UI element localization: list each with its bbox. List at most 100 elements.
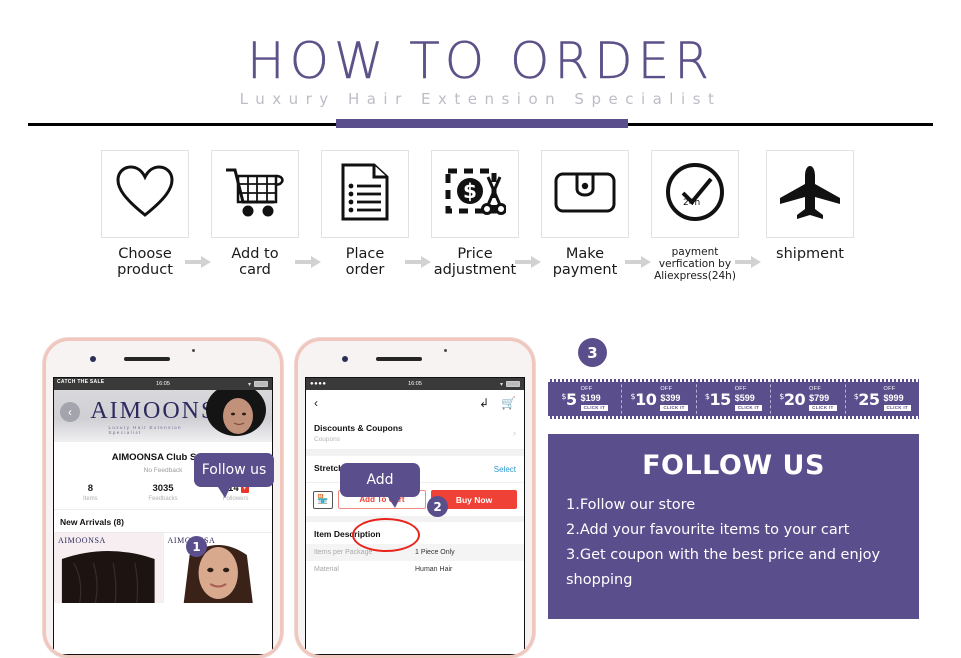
coupon-min-spend: $599 [734, 392, 755, 403]
callout-add: Add [340, 463, 420, 508]
stat-value: 3035 [152, 483, 174, 494]
step-icon-box: 24h [651, 150, 739, 238]
stat-label: Items [83, 496, 98, 502]
discounts-coupons-row[interactable]: Discounts & Coupons Coupons › [306, 416, 524, 450]
step-badge-2: 2 [427, 496, 448, 517]
back-icon[interactable]: ‹ [314, 396, 318, 410]
step-label: Place order [346, 246, 385, 278]
phone-top-bezel [46, 341, 280, 377]
back-icon[interactable]: ‹ [60, 402, 80, 422]
step-icon-box [101, 150, 189, 238]
step-label: shipment [776, 246, 844, 262]
step-label: payment verfication by Aliexpress(24h) [654, 246, 736, 282]
coupon-amount: $5 [561, 390, 577, 409]
phone-top-bezel [298, 341, 532, 377]
wifi-icon: ▾ [499, 382, 503, 388]
model-photo [206, 390, 266, 436]
coupon-off-label: OFF [580, 386, 593, 392]
signal-dots-icon: ●●●● [310, 381, 327, 387]
new-arrivals-heading: New Arrivals (8) [60, 517, 124, 527]
stat-items[interactable]: 8 Items [54, 483, 127, 502]
badge-number: 3 [587, 343, 598, 362]
step-place-order: Place order [317, 150, 413, 278]
wallet-icon [553, 169, 617, 220]
callout-follow-us: Follow us [194, 453, 274, 498]
description-row: Items per Package 1 Piece Only [306, 544, 524, 561]
step-label-line1: Choose [118, 246, 172, 262]
phone-speaker [124, 357, 170, 361]
coupon-10[interactable]: $10 OFF $399 CLICK IT [622, 379, 697, 419]
store-icon[interactable]: 🏪 [313, 490, 333, 509]
coupon-click-button[interactable]: CLICK IT [809, 404, 837, 411]
coupon-25[interactable]: $25 OFF $999 CLICK IT [846, 379, 919, 419]
phone-sensor-dot [444, 349, 447, 352]
header-divider-accent [336, 119, 628, 128]
step-label: Price adjustment [434, 246, 516, 278]
coupon-details: OFF $999 CLICK IT [883, 386, 911, 411]
step-label-line1: Make [565, 246, 605, 262]
chevron-right-icon: › [513, 428, 516, 438]
steps-row: Choose product Add to card Place order $… [0, 150, 961, 305]
follow-us-line: 1.Follow our store [566, 497, 696, 513]
svg-text:$: $ [463, 179, 477, 203]
battery-icon [254, 381, 268, 387]
coupon-min-spend: $199 [580, 392, 601, 403]
phone-mockup-product: ●●●● 16:05 ▾ ‹ ↲ 🛒 Discounts & Coupons C… [295, 338, 535, 658]
coupon-details: OFF $799 CLICK IT [809, 386, 837, 411]
product-card[interactable]: AIMOONSA [54, 533, 163, 603]
step-label-line1: shipment [776, 246, 844, 262]
page-title: HOW TO ORDER [246, 32, 714, 90]
phone-camera-dot [342, 356, 348, 362]
cart-icon[interactable]: 🛒 [501, 396, 516, 410]
phone-mockup-store: CATCH THE SALE 16:05 ▾ ‹ AIMOONSA Luxury… [43, 338, 283, 658]
follow-us-line: 2.Add your favourite items to your cart [566, 522, 850, 538]
highlight-circle-add-to-cart [352, 518, 420, 552]
stat-feedbacks[interactable]: 3035 Feedbacks [127, 483, 200, 502]
coupon-min-spend: $999 [883, 392, 904, 403]
step-label-line3: Aliexpress(24h) [654, 270, 736, 282]
step-label: Choose product [117, 246, 173, 278]
stat-label: Followers [222, 496, 249, 502]
product-grid: AIMOONSA AIMOONSA [54, 532, 272, 603]
step-label-line2: order [345, 262, 385, 278]
coupon-click-button[interactable]: CLICK IT [883, 404, 911, 411]
coupon-15[interactable]: $15 OFF $599 CLICK IT [697, 379, 772, 419]
step-icon-box: $ [431, 150, 519, 238]
step-label-line1: payment [671, 246, 719, 258]
shopping-cart-icon [224, 164, 286, 225]
step-icon-box [211, 150, 299, 238]
coupon-amount: $25 [854, 390, 880, 409]
coupon-click-button[interactable]: CLICK IT [580, 404, 609, 411]
coupon-click-button[interactable]: CLICK IT [660, 404, 688, 411]
step-make-payment: Make payment [537, 150, 633, 278]
stat-value: 8 [87, 483, 93, 494]
step-payment-verification: 24h payment verfication by Aliexpress(24… [647, 150, 743, 282]
coupon-20[interactable]: $20 OFF $799 CLICK IT [771, 379, 846, 419]
store-banner: ‹ AIMOONSA Luxury Hair Extension Special… [54, 390, 272, 442]
step-label: Add to card [231, 246, 278, 278]
step-label-line1: Place [345, 246, 385, 262]
coupon-details: OFF $599 CLICK IT [734, 386, 763, 411]
page-header: HOW TO ORDER Luxury Hair Extension Speci… [0, 0, 961, 140]
step-badge-1: 1 [186, 536, 207, 557]
badge-number: 1 [192, 539, 201, 554]
row-subtitle: Coupons [314, 436, 341, 443]
status-carrier-label: CATCH THE SALE [57, 379, 105, 385]
share-icon[interactable]: ↲ [479, 396, 489, 410]
phone-screen: CATCH THE SALE 16:05 ▾ ‹ AIMOONSA Luxury… [53, 377, 273, 655]
select-link[interactable]: Select [494, 465, 516, 474]
status-time: 16:05 [408, 381, 422, 387]
coupon-off-label: OFF [660, 386, 673, 392]
stat-label: Feedbacks [148, 496, 178, 502]
step-shipment: shipment [762, 150, 858, 262]
wifi-icon: ▾ [247, 382, 251, 388]
coupon-5[interactable]: $5 OFF $199 CLICK IT [548, 379, 623, 419]
product-card[interactable]: AIMOONSA [162, 533, 272, 603]
step-label-line1: Add to [231, 246, 279, 262]
phone-screen: ●●●● 16:05 ▾ ‹ ↲ 🛒 Discounts & Coupons C… [305, 377, 525, 655]
step-choose-product: Choose product [97, 150, 193, 278]
coupon-click-button[interactable]: CLICK IT [734, 404, 763, 411]
coupon-value: 10 [635, 389, 657, 409]
phone-camera-dot [90, 356, 96, 362]
page-root: HOW TO ORDER Luxury Hair Extension Speci… [0, 0, 961, 658]
